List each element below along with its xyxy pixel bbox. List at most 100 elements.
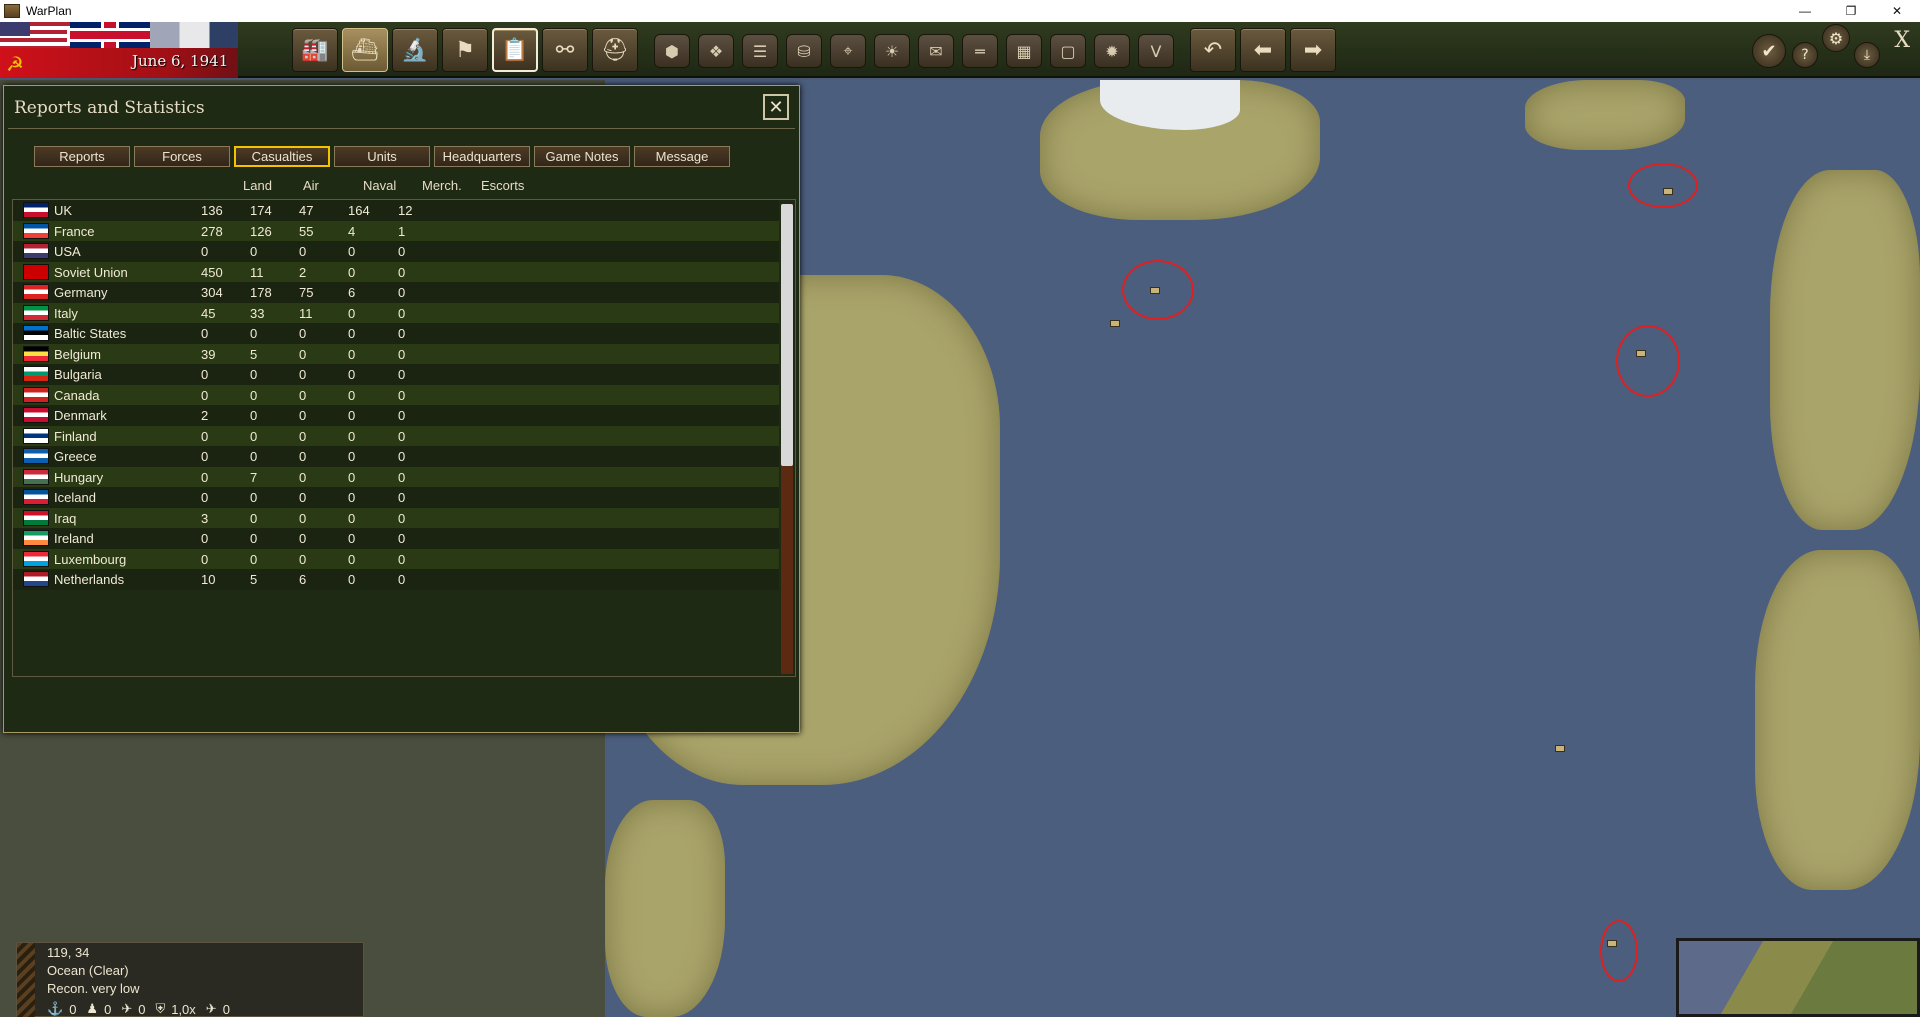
research-button[interactable]: 🔬 (392, 28, 438, 72)
end-turn-button[interactable]: ✔ (1752, 34, 1786, 68)
tab-forces[interactable]: Forces (134, 146, 230, 167)
combat-button[interactable]: ✹ (1094, 34, 1130, 68)
country-name: Belgium (54, 346, 101, 362)
map-unit[interactable] (1110, 320, 1120, 327)
table-row[interactable]: Germany 304 178 75 6 0 (13, 282, 779, 303)
table-row[interactable]: Finland 0 0 0 0 0 (13, 425, 779, 446)
table-row[interactable]: Bulgaria 0 0 0 0 0 (13, 364, 779, 385)
tab-reports[interactable]: Reports (34, 146, 130, 167)
table-row[interactable]: Hungary 0 7 0 0 0 (13, 466, 779, 487)
cell-air: 178 (250, 285, 272, 300)
cell-escorts: 0 (398, 510, 406, 526)
country-name: Greece (54, 449, 97, 464)
exit-game-button[interactable]: X (1894, 28, 1910, 53)
diplomacy-button[interactable]: ⚑ (442, 28, 488, 72)
table-row[interactable]: UK 136 174 47 164 12 (13, 200, 779, 221)
table-row[interactable]: Soviet Union 450 11 2 0 0 (13, 261, 779, 282)
grid-button[interactable]: ▦ (1006, 34, 1042, 68)
map-unit[interactable] (1636, 350, 1646, 357)
tab-headquarters[interactable]: Headquarters (434, 146, 530, 167)
cell-merch: 0 (348, 551, 356, 567)
country-name: UK (54, 203, 73, 218)
tab-casualties[interactable]: Casualties (234, 146, 330, 167)
table-row[interactable]: Italy 45 33 11 0 0 (13, 302, 779, 323)
supply-button[interactable]: ⛁ (786, 34, 822, 68)
table-row[interactable]: Greece 0 0 0 0 0 (13, 446, 779, 467)
previous-button[interactable]: ⬅ (1240, 28, 1286, 72)
minimap[interactable] (1676, 938, 1920, 1017)
table-row[interactable]: Luxembourg 0 0 0 0 0 (13, 548, 779, 569)
hexes-icon: ❖ (708, 41, 724, 61)
save-button[interactable]: ⤓ (1854, 42, 1880, 68)
scrollbar-thumb[interactable] (781, 204, 793, 466)
table-row[interactable]: USA 0 0 0 0 0 (13, 241, 779, 262)
tab-message[interactable]: Message (634, 146, 730, 167)
undo-button[interactable]: ↶ (1190, 28, 1236, 72)
map-unit[interactable] (1607, 940, 1617, 947)
naval-button[interactable]: ⛴ (342, 28, 388, 72)
reports-button[interactable]: 📋 (492, 28, 538, 72)
production-button[interactable]: 🏭 (292, 28, 338, 72)
cell-escorts: 0 (398, 551, 406, 567)
land-count: 0 (104, 1001, 112, 1017)
cell-merch: 0 (348, 346, 356, 362)
hex-coordinates: 119, 34 (47, 945, 90, 960)
grid-icon: ▦ (1016, 41, 1032, 61)
rail-button[interactable]: ☰ (742, 34, 778, 68)
target-icon: ⌖ (843, 41, 853, 60)
column-header-naval: Naval (363, 178, 397, 193)
cell-air: 0 (250, 367, 258, 382)
restore-button[interactable]: ❐ (1828, 0, 1874, 22)
frame-button[interactable]: ▢ (1050, 34, 1086, 68)
hex-view-button[interactable]: ⬢ (654, 34, 690, 68)
map-unit[interactable] (1555, 745, 1565, 752)
tab-units[interactable]: Units (334, 146, 430, 167)
country-flag-icon (23, 509, 49, 526)
table-row[interactable]: France 278 126 55 4 1 (13, 220, 779, 241)
map-unit[interactable] (1150, 287, 1160, 294)
map-unit[interactable] (1663, 188, 1673, 195)
recon-button[interactable]: ⚯ (542, 28, 588, 72)
country-name: Iraq (54, 510, 77, 526)
binoculars-icon: ⚯ (555, 37, 575, 63)
soldier-icon: ♟ (86, 1001, 99, 1016)
table-row[interactable]: Iraq 3 0 0 0 0 (13, 507, 779, 528)
cell-land: 2 (201, 408, 209, 423)
front-line-button[interactable]: ═ (962, 34, 998, 68)
table-row[interactable]: Netherlands 10 5 6 0 0 (13, 569, 779, 590)
settings-button[interactable]: ⚙ (1822, 24, 1850, 52)
cell-air: 0 (250, 510, 258, 526)
table-row[interactable]: Denmark 2 0 0 0 0 (13, 405, 779, 426)
column-header-merch: Merch. (422, 178, 462, 193)
country-name: Finland (54, 428, 97, 444)
cell-land: 0 (201, 326, 209, 341)
tab-game-notes[interactable]: Game Notes (534, 146, 630, 167)
cell-air: 174 (250, 203, 272, 218)
target-button[interactable]: ⌖ (830, 34, 866, 68)
cell-air: 0 (250, 531, 258, 546)
cell-merch: 164 (348, 203, 370, 218)
country-name: Denmark (54, 408, 107, 423)
dialog-close-button[interactable]: ✕ (763, 94, 789, 120)
units-button[interactable]: ⛑ (592, 28, 638, 72)
cell-air: 0 (250, 408, 258, 423)
help-button[interactable]: ? (1792, 42, 1818, 68)
cell-escorts: 0 (398, 326, 406, 341)
minimize-button[interactable]: — (1782, 0, 1828, 22)
weather-button[interactable]: ☀ (874, 34, 910, 68)
close-window-button[interactable]: ✕ (1874, 0, 1920, 22)
next-button[interactable]: ➡ (1290, 28, 1336, 72)
cell-naval: 0 (299, 244, 307, 259)
table-row[interactable]: Iceland 0 0 0 0 0 (13, 487, 779, 508)
back-arrow-icon: ⬅ (1253, 37, 1273, 63)
country-name: Soviet Union (54, 264, 128, 280)
victory-button[interactable]: V (1138, 34, 1174, 68)
cell-naval: 6 (299, 572, 307, 587)
hexes-button[interactable]: ❖ (698, 34, 734, 68)
table-row[interactable]: Baltic States 0 0 0 0 0 (13, 323, 779, 344)
cell-escorts: 12 (398, 203, 413, 218)
table-row[interactable]: Ireland 0 0 0 0 0 (13, 528, 779, 549)
table-row[interactable]: Belgium 39 5 0 0 0 (13, 343, 779, 364)
mail-button[interactable]: ✉ (918, 34, 954, 68)
table-row[interactable]: Canada 0 0 0 0 0 (13, 384, 779, 405)
